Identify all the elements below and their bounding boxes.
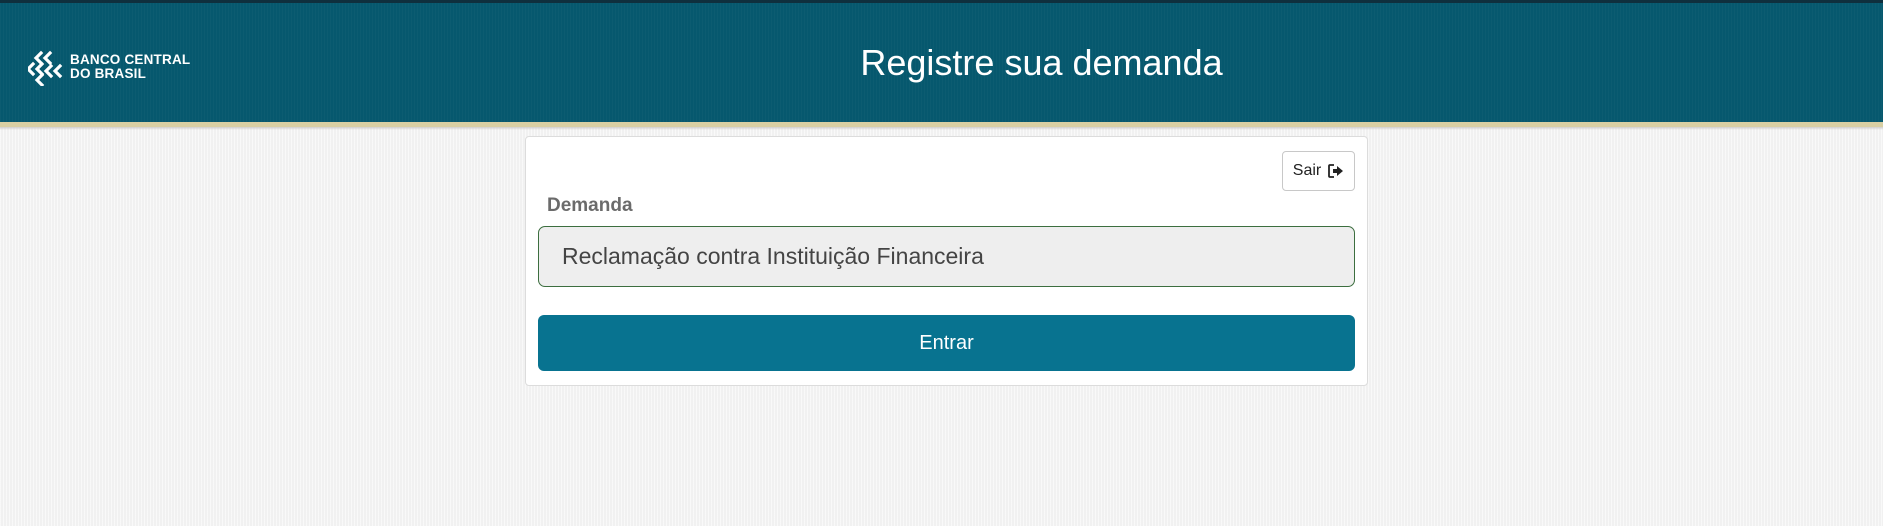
exit-button[interactable]: Sair (1282, 151, 1355, 191)
entrar-button[interactable]: Entrar (538, 315, 1355, 371)
demanda-label: Demanda (547, 195, 633, 216)
demand-card: Sair Demanda Reclamação contra Instituiç… (525, 136, 1368, 386)
page-title: Registre sua demanda (860, 42, 1223, 83)
demanda-select[interactable]: Reclamação contra Instituição Financeira (538, 226, 1355, 287)
exit-button-label: Sair (1292, 162, 1322, 179)
sign-out-icon (1328, 164, 1344, 178)
page-header: BANCO CENTRAL DO BRASIL Registre sua dem… (0, 3, 1883, 122)
demanda-value: Reclamação contra Instituição Financeira (562, 243, 984, 269)
header-shadow (0, 127, 1883, 130)
